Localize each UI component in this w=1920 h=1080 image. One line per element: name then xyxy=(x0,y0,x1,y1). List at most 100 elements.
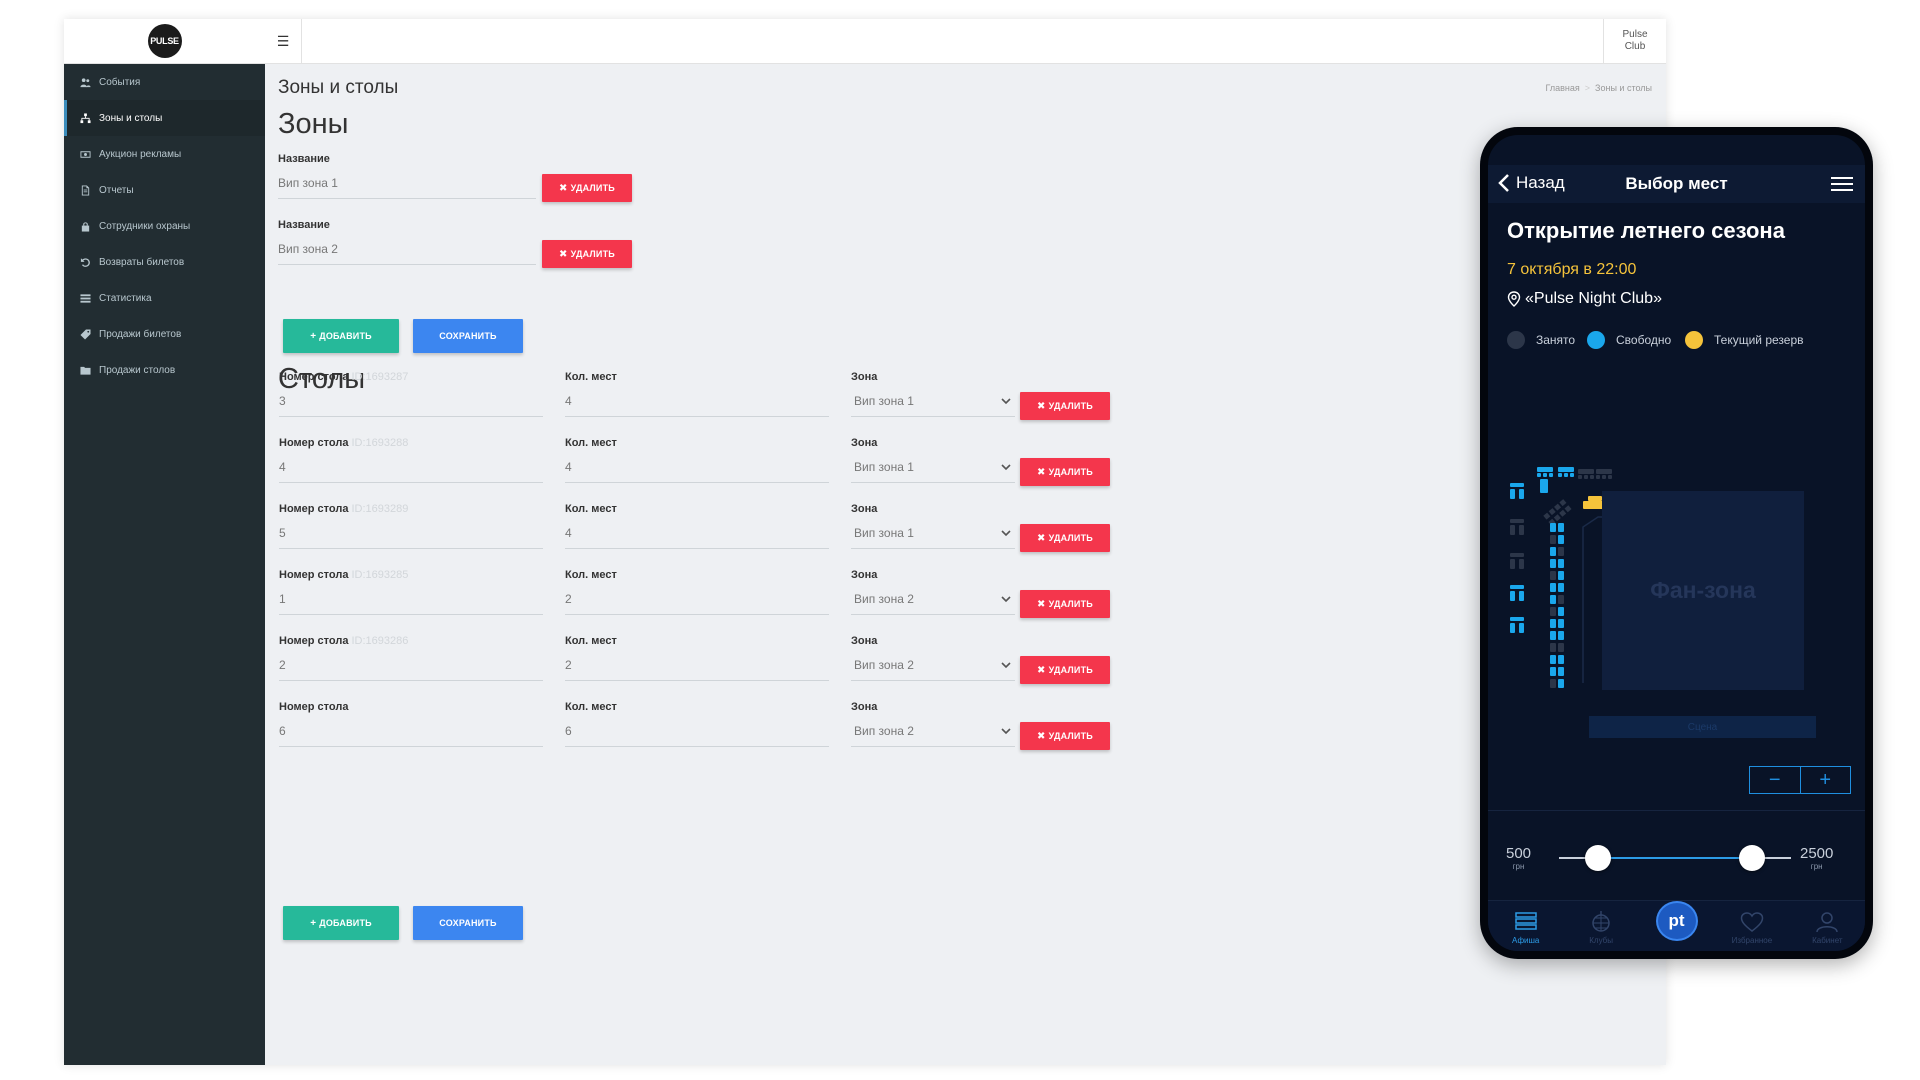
delete-table-button[interactable]: ✖ УДАЛИТЬ xyxy=(1020,392,1110,420)
table-number-input[interactable]: 5 xyxy=(279,517,543,549)
sidebar-item-6[interactable]: Статистика xyxy=(64,280,265,316)
sidebar-item-5[interactable]: Возвраты билетов xyxy=(64,244,265,280)
seat-table-9[interactable] xyxy=(1578,475,1582,479)
seats-input[interactable]: 4 xyxy=(565,385,829,417)
delete-table-button[interactable]: ✖ УДАЛИТЬ xyxy=(1020,656,1110,684)
seats-input[interactable]: 2 xyxy=(565,649,829,681)
seat-table-52[interactable] xyxy=(1519,525,1524,535)
seat-table-13[interactable] xyxy=(1596,475,1600,479)
seat-table-15[interactable] xyxy=(1608,475,1612,479)
seat-table-82[interactable] xyxy=(1550,643,1556,652)
sidebar-item-2[interactable]: Аукцион рекламы xyxy=(64,136,265,172)
seat-table-51[interactable] xyxy=(1510,525,1515,535)
seat-table-63[interactable] xyxy=(1558,523,1564,532)
seat-table-8[interactable] xyxy=(1578,469,1594,474)
tab-pt-logo[interactable]: pt xyxy=(1639,901,1714,951)
delete-table-button[interactable]: ✖ УДАЛИТЬ xyxy=(1020,722,1110,750)
menu-toggle-button[interactable]: ☰ xyxy=(265,19,302,63)
tab-heart[interactable]: Избранное xyxy=(1714,901,1789,951)
sidebar-item-0[interactable]: События xyxy=(64,64,265,100)
price-slider-max-handle[interactable] xyxy=(1738,845,1765,871)
seat-table-58[interactable] xyxy=(1519,591,1524,601)
seat-table-79[interactable] xyxy=(1558,619,1564,628)
seat-table-1[interactable] xyxy=(1537,473,1541,477)
seat-table-78[interactable] xyxy=(1550,619,1556,628)
sidebar-item-8[interactable]: Продажи столов xyxy=(64,352,265,388)
seat-table-49[interactable] xyxy=(1519,489,1524,499)
seat-table-12[interactable] xyxy=(1596,469,1612,474)
delete-table-button[interactable]: ✖ УДАЛИТЬ xyxy=(1020,524,1110,552)
save-zones-button[interactable]: СОХРАНИТЬ xyxy=(413,319,523,353)
seat-table-75[interactable] xyxy=(1558,595,1564,604)
sidebar-item-7[interactable]: Продажи билетов xyxy=(64,316,265,352)
seat-table-57[interactable] xyxy=(1510,591,1515,601)
seat-table-86[interactable] xyxy=(1550,667,1556,676)
table-number-input[interactable]: 6 xyxy=(279,715,543,747)
seat-table-84[interactable] xyxy=(1550,655,1556,664)
seat-table-18[interactable] xyxy=(1588,496,1602,501)
zone-select[interactable]: Вип зона 1 xyxy=(851,451,1015,483)
seat-table-50[interactable] xyxy=(1510,519,1524,523)
zoom-out-button[interactable]: − xyxy=(1750,767,1801,793)
club-switcher[interactable]: Pulse Club xyxy=(1603,19,1666,63)
seat-table-64[interactable] xyxy=(1550,535,1556,544)
add-table-button[interactable]: + ДОБАВИТЬ xyxy=(283,906,399,940)
seat-table-74[interactable] xyxy=(1550,595,1556,604)
pulse-logo[interactable]: PULSE xyxy=(147,24,182,58)
seat-table-7[interactable] xyxy=(1570,473,1574,477)
table-number-input[interactable]: 4 xyxy=(279,451,543,483)
delete-zone-button[interactable]: ✖ УДАЛИТЬ xyxy=(542,240,632,268)
seat-table-65[interactable] xyxy=(1558,535,1564,544)
seat-table-70[interactable] xyxy=(1550,571,1556,580)
add-zone-button[interactable]: + ДОБАВИТЬ xyxy=(283,319,399,353)
zone-select[interactable]: Вип зона 1 xyxy=(851,385,1015,417)
seat-table-6[interactable] xyxy=(1564,473,1568,477)
seat-table-59[interactable] xyxy=(1510,617,1524,621)
seat-table-55[interactable] xyxy=(1519,559,1524,569)
seat-table-5[interactable] xyxy=(1558,473,1562,477)
sidebar-item-1[interactable]: Зоны и столы xyxy=(64,100,265,136)
seat-table-62[interactable] xyxy=(1550,523,1556,532)
tab-disco-ball[interactable]: Клубы xyxy=(1563,901,1638,951)
seats-input[interactable]: 4 xyxy=(565,451,829,483)
sidebar-item-4[interactable]: Сотрудники охраны xyxy=(64,208,265,244)
seat-table-81[interactable] xyxy=(1558,631,1564,640)
seat-table-66[interactable] xyxy=(1550,547,1556,556)
zone-select[interactable]: Вип зона 2 xyxy=(851,583,1015,615)
seat-table-77[interactable] xyxy=(1558,607,1564,616)
seat-table-72[interactable] xyxy=(1550,583,1556,592)
seat-table-60[interactable] xyxy=(1510,623,1515,633)
zone-select[interactable]: Вип зона 1 xyxy=(851,517,1015,549)
phone-menu-button[interactable] xyxy=(1831,177,1853,196)
seat-table-53[interactable] xyxy=(1510,553,1524,557)
breadcrumb-home[interactable]: Главная xyxy=(1546,83,1580,93)
seat-table-68[interactable] xyxy=(1550,559,1556,568)
seat-table-69[interactable] xyxy=(1558,559,1564,568)
save-tables-button[interactable]: СОХРАНИТЬ xyxy=(413,906,523,940)
seat-table-10[interactable] xyxy=(1584,475,1588,479)
price-slider-min-handle[interactable] xyxy=(1585,845,1612,871)
seat-diagonal-group[interactable] xyxy=(1543,499,1572,526)
seat-table-47[interactable] xyxy=(1510,483,1524,487)
tab-user[interactable]: Кабинет xyxy=(1790,901,1865,951)
seat-table-73[interactable] xyxy=(1558,583,1564,592)
zone-name-input[interactable]: Вип зона 2 xyxy=(278,233,536,265)
seat-table-88[interactable] xyxy=(1550,679,1556,688)
sidebar-item-3[interactable]: Отчеты xyxy=(64,172,265,208)
seat-table-85[interactable] xyxy=(1558,655,1564,664)
table-number-input[interactable]: 1 xyxy=(279,583,543,615)
seat-table-4[interactable] xyxy=(1558,467,1574,472)
zone-select[interactable]: Вип зона 2 xyxy=(851,649,1015,681)
seat-table-48[interactable] xyxy=(1510,489,1515,499)
seat-table-2[interactable] xyxy=(1543,473,1547,477)
seat-table-71[interactable] xyxy=(1558,571,1564,580)
tab-poster[interactable]: Афиша xyxy=(1488,901,1563,951)
seat-table-89[interactable] xyxy=(1558,679,1564,688)
seat-table-76[interactable] xyxy=(1550,607,1556,616)
seat-table-80[interactable] xyxy=(1550,631,1556,640)
seat-table-3[interactable] xyxy=(1549,473,1553,477)
seat-table-11[interactable] xyxy=(1590,475,1594,479)
delete-table-button[interactable]: ✖ УДАЛИТЬ xyxy=(1020,458,1110,486)
seat-table-16[interactable] xyxy=(1540,479,1548,493)
table-number-input[interactable]: 2 xyxy=(279,649,543,681)
